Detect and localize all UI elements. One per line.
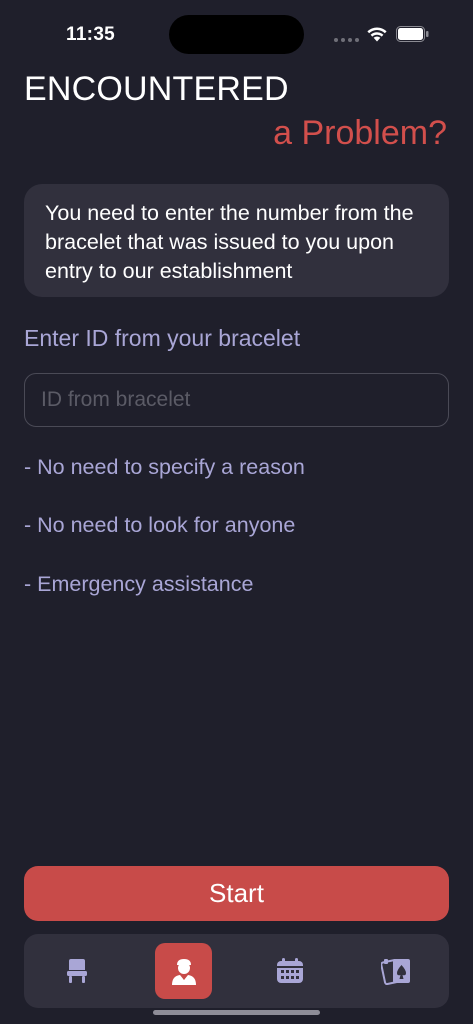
home-indicator: [153, 1010, 320, 1015]
status-time: 11:35: [66, 24, 116, 45]
bracelet-id-input[interactable]: [24, 373, 449, 427]
info-card: You need to enter the number from the br…: [24, 184, 449, 297]
feature-item-emergency: - Emergency assistance: [24, 572, 254, 596]
page-title: ENCOUNTERED: [24, 70, 289, 108]
tab-seating[interactable]: [48, 943, 105, 999]
dynamic-island: [169, 15, 304, 54]
playing-cards-icon: [380, 958, 410, 986]
chair-icon: [66, 959, 87, 983]
tab-staff-help[interactable]: [155, 943, 212, 999]
battery-icon: [396, 26, 429, 42]
info-text: You need to enter the number from the br…: [45, 201, 414, 283]
tab-bar: [24, 934, 449, 1008]
feature-item-no-reason: - No need to specify a reason: [24, 455, 305, 479]
calendar-icon: [276, 958, 303, 983]
start-button-label: Start: [209, 878, 264, 908]
tab-calendar[interactable]: [261, 943, 318, 999]
wifi-icon: [367, 27, 387, 42]
page-subtitle: a Problem?: [273, 114, 447, 152]
signal-dots-icon: [334, 38, 359, 42]
staff-person-icon: [171, 959, 196, 985]
feature-item-no-search: - No need to look for anyone: [24, 513, 296, 537]
tab-cards[interactable]: [368, 943, 425, 999]
bracelet-id-label: Enter ID from your bracelet: [24, 325, 301, 351]
start-button[interactable]: Start: [24, 866, 449, 921]
